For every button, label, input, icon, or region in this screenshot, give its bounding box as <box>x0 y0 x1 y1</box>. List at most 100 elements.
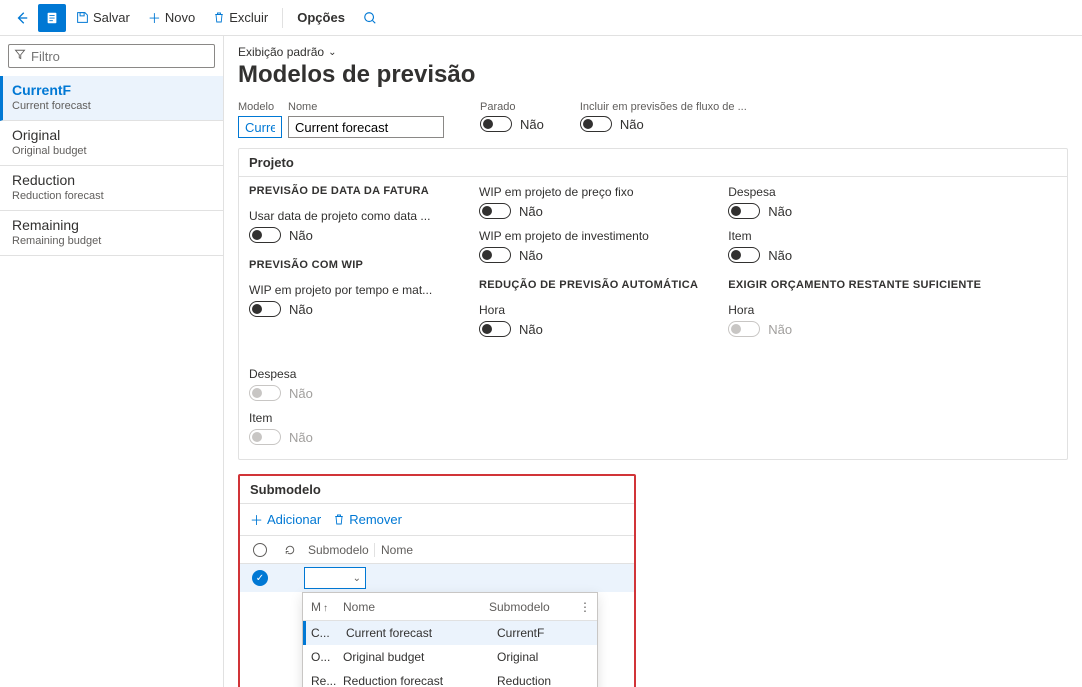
parado-label: Parado <box>480 101 544 113</box>
save-label: Salvar <box>93 10 130 25</box>
despesa-label: Despesa <box>728 185 981 199</box>
projeto-header[interactable]: Projeto <box>239 149 1067 177</box>
wip-inv-toggle[interactable] <box>479 247 511 263</box>
dropdown-option[interactable]: C...Current forecastCurrentF <box>303 621 597 645</box>
edit-mode-button[interactable] <box>38 4 66 32</box>
despesa2-value: Não <box>289 386 313 401</box>
item2-label: Item <box>249 411 369 425</box>
hora2-value: Não <box>768 322 792 337</box>
despesa2-toggle <box>249 385 281 401</box>
select-all-radio[interactable] <box>253 543 267 557</box>
back-button[interactable] <box>8 4 36 32</box>
item2-toggle <box>249 429 281 445</box>
dropdown-option[interactable]: Re...Reduction forecastReduction <box>303 669 597 687</box>
parado-toggle[interactable] <box>480 116 512 132</box>
nav-sub: Remaining budget <box>12 235 211 247</box>
submodelo-dropdown: M↑ Nome Submodelo ⋮ C...Current forecast… <box>302 592 598 687</box>
add-button[interactable]: ＋ Adicionar <box>250 510 321 529</box>
wip-inv-label: WIP em projeto de investimento <box>479 229 698 243</box>
trash-icon <box>333 513 345 526</box>
options-button[interactable]: Opções <box>289 4 353 32</box>
hora-toggle[interactable] <box>479 321 511 337</box>
dd-col-nome[interactable]: Nome <box>339 600 489 614</box>
incluir-toggle[interactable] <box>580 116 612 132</box>
row-selected-icon[interactable]: ✓ <box>252 570 268 586</box>
nome-input[interactable] <box>288 116 444 138</box>
chevron-down-icon: ⌄ <box>353 573 361 584</box>
plus-icon: ＋ <box>250 510 263 529</box>
nav-sub: Original budget <box>12 145 211 157</box>
section-wip: PREVISÃO COM WIP <box>249 259 449 271</box>
usar-data-toggle[interactable] <box>249 227 281 243</box>
dropdown-option[interactable]: O...Original budgetOriginal <box>303 645 597 669</box>
command-bar: Salvar ＋ Novo Excluir Opções <box>0 0 1082 36</box>
delete-button[interactable]: Excluir <box>205 4 276 32</box>
separator <box>282 8 283 28</box>
grid-row[interactable]: ✓ ⌄ <box>240 564 634 592</box>
wip-fixo-label: WIP em projeto de preço fixo <box>479 185 698 199</box>
modelo-label: Modelo <box>238 101 282 113</box>
back-arrow-icon <box>15 11 29 25</box>
item-value: Não <box>768 248 792 263</box>
delete-label: Excluir <box>229 10 268 25</box>
wip-tempo-label: WIP em projeto por tempo e mat... <box>249 283 449 297</box>
nome-label: Nome <box>288 101 444 113</box>
new-button[interactable]: ＋ Novo <box>140 4 203 32</box>
hora-value: Não <box>519 322 543 337</box>
page-title: Modelos de previsão <box>238 61 1068 89</box>
nav-title: Remaining <box>12 217 211 233</box>
save-button[interactable]: Salvar <box>68 4 138 32</box>
submodelo-combo[interactable]: ⌄ <box>304 567 366 589</box>
dd-col-m[interactable]: M↑ <box>303 600 339 614</box>
section-reducao: REDUÇÃO DE PREVISÃO AUTOMÁTICA <box>479 279 698 291</box>
sidebar: CurrentFCurrent forecastOriginalOriginal… <box>0 36 224 687</box>
new-label: Novo <box>165 10 195 25</box>
search-button[interactable] <box>355 11 385 25</box>
wip-fixo-toggle[interactable] <box>479 203 511 219</box>
remove-button[interactable]: Remover <box>333 512 402 527</box>
view-selector[interactable]: Exibição padrão ⌄ <box>238 45 336 59</box>
item-toggle[interactable] <box>728 247 760 263</box>
projeto-panel: Projeto PREVISÃO DE DATA DA FATURA Usar … <box>238 148 1068 460</box>
section-orcamento: EXIGIR ORÇAMENTO RESTANTE SUFICIENTE <box>728 279 981 291</box>
sidebar-item[interactable]: Original Original budget <box>0 121 223 166</box>
refresh-icon[interactable] <box>276 544 304 556</box>
wip-tempo-toggle[interactable] <box>249 301 281 317</box>
modelo-input[interactable] <box>238 116 282 138</box>
document-lines-icon <box>45 11 59 25</box>
save-icon <box>76 11 89 24</box>
add-label: Adicionar <box>267 512 321 527</box>
section-data-fatura: PREVISÃO DE DATA DA FATURA <box>249 185 449 197</box>
col-nome[interactable]: Nome <box>374 543 634 557</box>
parado-value: Não <box>520 117 544 132</box>
despesa-toggle[interactable] <box>728 203 760 219</box>
item-label: Item <box>728 229 981 243</box>
sidebar-item[interactable]: CurrentFCurrent forecast <box>0 76 223 121</box>
options-label: Opções <box>297 10 345 25</box>
dd-col-sub[interactable]: Submodelo <box>489 600 579 614</box>
item2-value: Não <box>289 430 313 445</box>
view-label: Exibição padrão <box>238 45 324 59</box>
nav-title: CurrentF <box>12 82 211 98</box>
trash-icon <box>213 11 225 24</box>
usar-data-value: Não <box>289 228 313 243</box>
filter-input[interactable] <box>8 44 215 68</box>
wip-inv-value: Não <box>519 248 543 263</box>
content-area: Exibição padrão ⌄ Modelos de previsão Mo… <box>224 36 1082 687</box>
sort-asc-icon: ↑ <box>323 603 328 614</box>
incluir-label: Incluir em previsões de fluxo de ... <box>580 101 747 113</box>
chevron-down-icon: ⌄ <box>328 47 336 58</box>
nav-title: Original <box>12 127 211 143</box>
sidebar-item[interactable]: ReductionReduction forecast <box>0 166 223 211</box>
submodelo-panel: Submodelo ＋ Adicionar Remover <box>238 474 636 687</box>
despesa-value: Não <box>768 204 792 219</box>
usar-data-label: Usar data de projeto como data ... <box>249 209 449 223</box>
remove-label: Remover <box>349 512 402 527</box>
submodelo-header[interactable]: Submodelo <box>240 476 634 504</box>
dd-more-icon[interactable]: ⋮ <box>579 600 597 614</box>
col-submodelo[interactable]: Submodelo <box>304 543 374 557</box>
despesa2-label: Despesa <box>249 367 369 381</box>
search-icon <box>363 11 377 25</box>
sidebar-item[interactable]: Remaining Remaining budget <box>0 211 223 256</box>
hora-label: Hora <box>479 303 698 317</box>
